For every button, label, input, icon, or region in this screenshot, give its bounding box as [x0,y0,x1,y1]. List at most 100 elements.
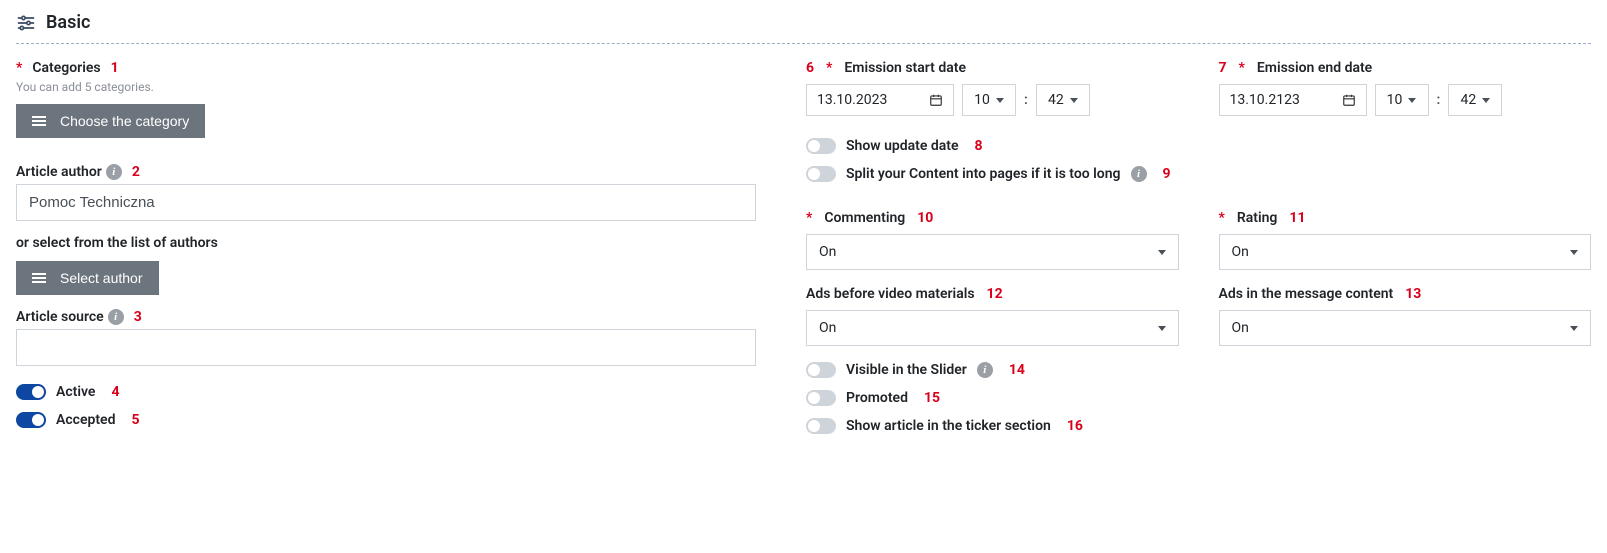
categories-label: Categories [32,60,100,76]
accepted-label: Accepted [56,412,115,428]
active-toggle-row: Active 4 [16,384,766,400]
sliders-icon [16,13,36,33]
rating-label: Rating [1237,210,1278,226]
active-label: Active [56,384,95,400]
choose-category-button[interactable]: Choose the category [16,104,205,138]
annotation-9: 9 [1163,166,1171,182]
commenting-value: On [819,244,836,260]
annotation-12: 12 [987,286,1003,302]
start-minute-select[interactable]: 42 [1036,84,1090,116]
commenting-label: Commenting [824,210,905,226]
right-toggles-block-2: Visible in the Slider i 14 Promoted 15 S… [806,362,1591,446]
annotation-11: 11 [1289,210,1305,226]
rating-select[interactable]: On [1219,234,1592,270]
visible-slider-toggle[interactable] [806,362,836,378]
annotation-14: 14 [1009,362,1025,378]
author-input[interactable] [16,184,756,221]
end-minute-select[interactable]: 42 [1448,84,1502,116]
commenting-select[interactable]: On [806,234,1179,270]
categories-hint: You can add 5 categories. [16,80,766,94]
info-icon[interactable]: i [106,164,122,180]
show-update-label: Show update date [846,138,959,154]
end-hour-value: 10 [1387,92,1403,108]
annotation-5: 5 [131,412,139,428]
author-field: Article author i 2 [16,164,766,221]
calendar-icon [1342,93,1356,107]
end-date-input[interactable]: 13.10.2123 [1219,84,1367,116]
required-marker: * [1239,60,1251,76]
rating-value: On [1232,244,1249,260]
annotation-8: 8 [975,138,983,154]
info-icon[interactable]: i [977,362,993,378]
promoted-label: Promoted [846,390,908,406]
show-update-toggle[interactable] [806,138,836,154]
chevron-down-icon [1570,326,1578,331]
split-pages-toggle[interactable] [806,166,836,182]
accepted-toggle[interactable] [16,412,46,428]
chevron-down-icon [1482,98,1490,103]
end-minute-value: 42 [1460,92,1476,108]
annotation-2: 2 [132,164,140,180]
calendar-icon [929,93,943,107]
active-toggle[interactable] [16,384,46,400]
categories-field: * Categories 1 You can add 5 categories.… [16,60,766,138]
start-minute-value: 42 [1048,92,1064,108]
rating-field: * Rating 11 On [1219,210,1592,270]
time-separator: : [1437,92,1441,108]
start-date-input[interactable]: 13.10.2023 [806,84,954,116]
author-select-field: or select from the list of authors Selec… [16,235,766,295]
ads-video-label: Ads before video materials [806,286,975,302]
ads-msg-select[interactable]: On [1219,310,1592,346]
ads-msg-label: Ads in the message content [1219,286,1394,302]
source-label: Article source [16,309,104,325]
ads-video-field: Ads before video materials 12 On [806,286,1179,346]
required-marker: * [826,60,838,76]
annotation-15: 15 [924,390,940,406]
annotation-13: 13 [1405,286,1421,302]
source-input[interactable] [16,329,756,366]
choose-category-button-label: Choose the category [60,113,189,129]
menu-icon [32,271,46,286]
required-marker: * [1219,210,1231,226]
author-label: Article author [16,164,102,180]
start-date-value: 13.10.2023 [817,92,887,108]
emission-start-label: Emission start date [844,60,966,76]
emission-end-label: Emission end date [1257,60,1372,76]
select-author-button[interactable]: Select author [16,261,159,295]
annotation-6: 6 [806,60,814,76]
menu-icon [32,114,46,129]
emission-end-field: 7 * Emission end date 13.10.2123 10 [1219,60,1592,116]
chevron-down-icon [1570,250,1578,255]
ticker-label: Show article in the ticker section [846,418,1051,434]
section-header: Basic [16,12,1591,44]
right-toggles-block: Show update date 8 Split your Content in… [806,138,1591,194]
annotation-7: 7 [1219,60,1227,76]
info-icon[interactable]: i [108,309,124,325]
source-field: Article source i 3 [16,309,766,366]
ads-msg-value: On [1232,320,1249,336]
chevron-down-icon [996,98,1004,103]
annotation-16: 16 [1067,418,1083,434]
annotation-4: 4 [111,384,119,400]
annotation-1: 1 [111,60,119,76]
end-date-value: 13.10.2123 [1230,92,1300,108]
chevron-down-icon [1408,98,1416,103]
chevron-down-icon [1158,250,1166,255]
section-title: Basic [46,12,90,33]
start-hour-select[interactable]: 10 [962,84,1016,116]
time-separator: : [1024,92,1028,108]
ticker-toggle[interactable] [806,418,836,434]
ads-video-select[interactable]: On [806,310,1179,346]
promoted-toggle[interactable] [806,390,836,406]
accepted-toggle-row: Accepted 5 [16,412,766,428]
chevron-down-icon [1158,326,1166,331]
start-hour-value: 10 [974,92,990,108]
annotation-3: 3 [134,309,142,325]
info-icon[interactable]: i [1131,166,1147,182]
split-pages-label: Split your Content into pages if it is t… [846,166,1121,182]
ads-video-value: On [819,320,836,336]
ads-msg-field: Ads in the message content 13 On [1219,286,1592,346]
author-alt-label: or select from the list of authors [16,235,218,251]
required-marker: * [16,60,28,76]
end-hour-select[interactable]: 10 [1375,84,1429,116]
